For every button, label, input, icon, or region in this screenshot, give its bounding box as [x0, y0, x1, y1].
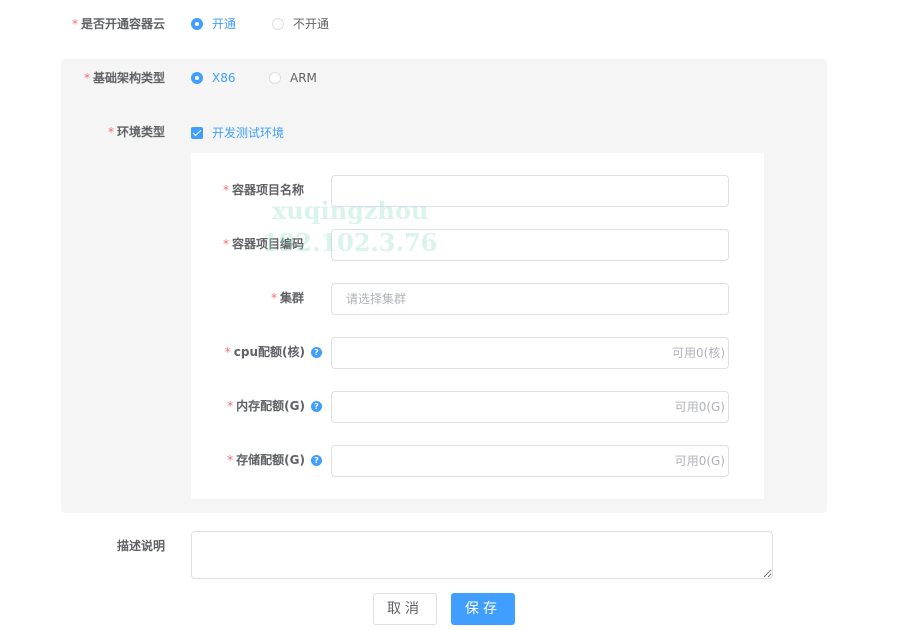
cluster-placeholder: 请选择集群 — [346, 292, 407, 306]
radio-arch-arm[interactable]: ARM — [269, 70, 317, 86]
radio-dot — [269, 72, 281, 84]
required-mark: * — [107, 125, 114, 139]
radio-enable-no[interactable]: 不开通 — [272, 16, 329, 32]
radio-label: ARM — [290, 71, 317, 85]
arch-type-label: * 基础架构类型 — [83, 71, 165, 85]
radio-label: X86 — [212, 71, 236, 85]
required-mark: * — [227, 453, 234, 467]
radio-dot — [191, 18, 203, 30]
checkbox-dev-test-env[interactable]: 开发测试环境 — [191, 124, 284, 141]
required-mark: * — [83, 71, 90, 85]
cluster-select[interactable]: 请选择集群 — [331, 283, 729, 315]
required-mark: * — [227, 399, 234, 413]
save-button[interactable]: 保存 — [451, 593, 515, 625]
radio-arch-x86[interactable]: X86 — [191, 70, 236, 86]
radio-enable-yes[interactable]: 开通 — [191, 16, 236, 32]
checkbox-label: 开发测试环境 — [212, 126, 285, 140]
required-mark: * — [222, 237, 229, 251]
env-type-label: * 环境类型 — [107, 125, 165, 139]
help-icon[interactable]: ? — [311, 455, 322, 466]
cluster-label: * 集群 — [270, 291, 304, 305]
radio-dot — [272, 18, 284, 30]
cancel-button[interactable]: 取消 — [373, 593, 437, 625]
radio-dot — [191, 72, 203, 84]
required-mark: * — [71, 17, 78, 31]
required-mark: * — [222, 183, 229, 197]
enable-container-label: * 是否开通容器云 — [71, 17, 165, 31]
storage-quota-input[interactable]: 可用0(G) — [331, 445, 729, 477]
help-icon[interactable]: ? — [311, 401, 322, 412]
cpu-quota-label: * cpu配额(核)? — [180, 344, 322, 360]
radio-label: 不开通 — [293, 17, 330, 31]
cpu-quota-input[interactable]: 可用0(核) — [331, 337, 729, 369]
required-mark: * — [224, 345, 231, 359]
storage-quota-label: * 存储配额(G)? — [180, 452, 322, 468]
cpu-available-suffix: 可用0(核) — [672, 346, 725, 360]
watermark-user: xuqingzhou — [272, 196, 429, 225]
required-mark: * — [270, 291, 277, 305]
storage-available-suffix: 可用0(G) — [674, 454, 725, 468]
mem-quota-input[interactable]: 可用0(G) — [331, 391, 729, 423]
description-textarea[interactable] — [191, 531, 773, 579]
checkbox-box — [191, 126, 203, 139]
mem-available-suffix: 可用0(G) — [674, 400, 725, 414]
help-icon[interactable]: ? — [311, 347, 322, 358]
radio-label: 开通 — [212, 17, 237, 31]
description-label: 描述说明 — [116, 539, 165, 553]
mem-quota-label: * 内存配额(G)? — [180, 398, 322, 414]
watermark-ip: 192.102.3.76 — [262, 228, 438, 257]
